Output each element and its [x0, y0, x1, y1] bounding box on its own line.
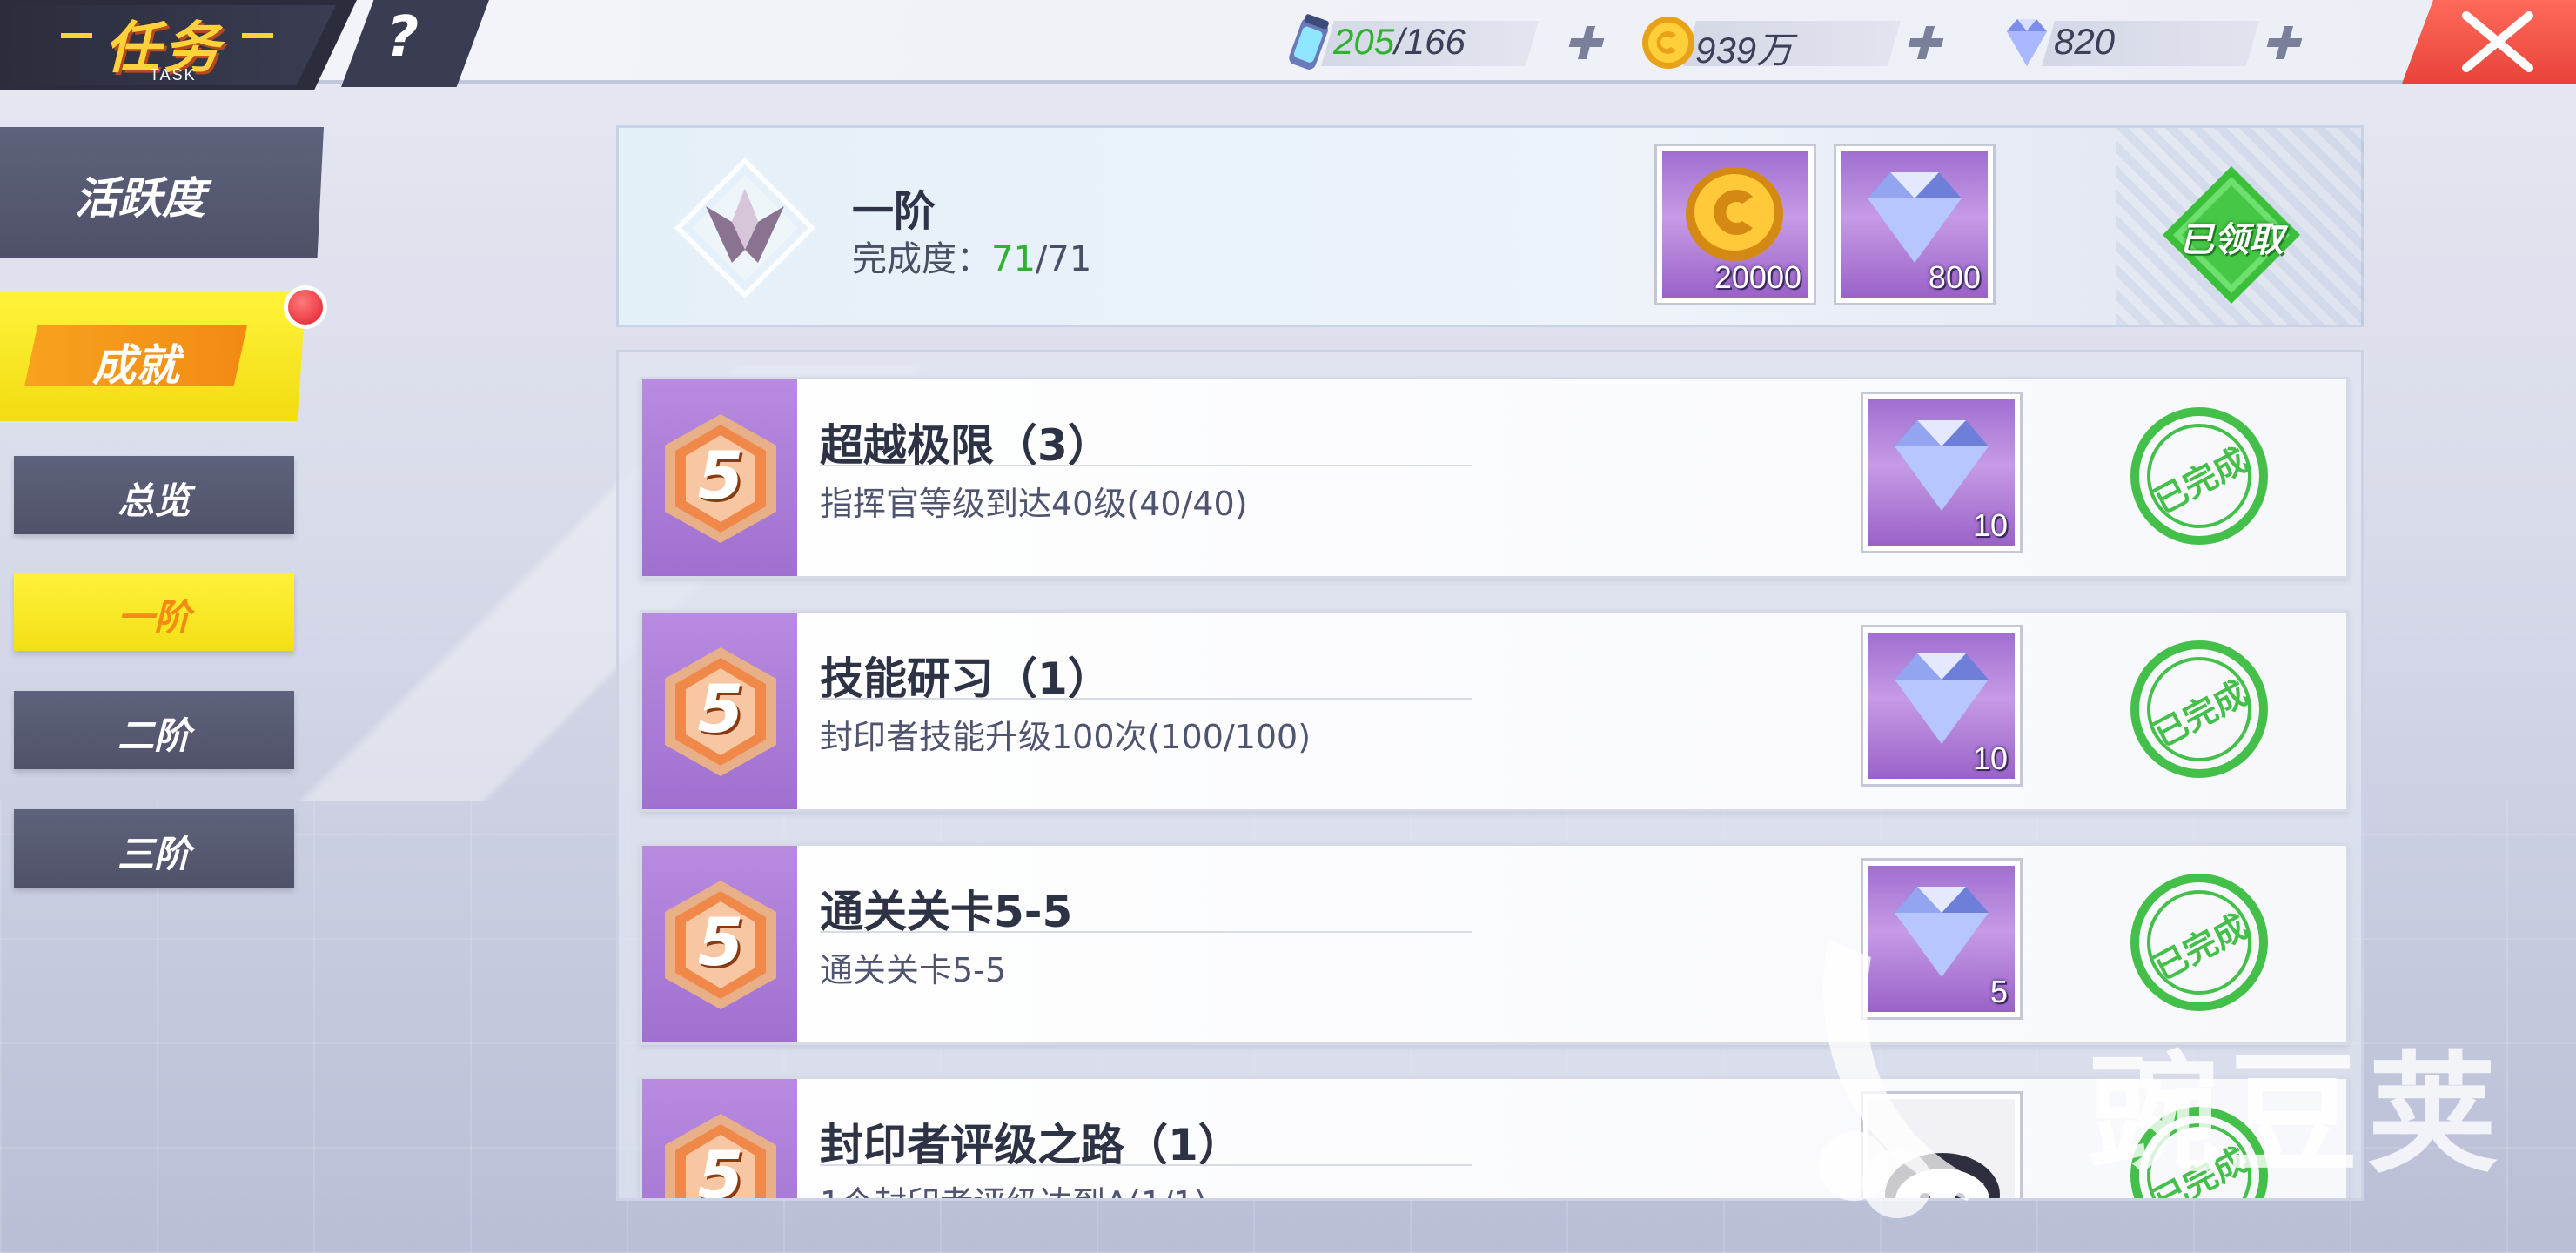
diamond-icon [2007, 19, 2047, 66]
reward-quantity: 10 [1972, 507, 2008, 543]
task-row: 5 超越极限（3） 指挥官等级到达40级(40/40) 10 已完成 [640, 377, 2349, 579]
diamond-icon [1868, 172, 1962, 263]
rank-value: 5 [697, 437, 744, 514]
notification-badge [284, 285, 327, 329]
add-stamina-button[interactable] [1566, 23, 1607, 63]
sidebar-item-highlight: 成就 [24, 325, 247, 386]
divider [820, 931, 1472, 933]
task-rank-column: 5 [642, 846, 797, 1042]
gold-coin-icon [1686, 167, 1783, 261]
subtab-tier-1[interactable]: 一阶 [14, 573, 294, 651]
top-bar: 任务 TASK ? 205/166 939万 820 [0, 0, 2576, 90]
stamina-current: 205 [1333, 21, 1395, 62]
page-subtitle: TASK [150, 66, 197, 84]
gold-value: 939万 [1695, 30, 1794, 70]
add-diamond-button[interactable] [2264, 23, 2304, 63]
diamond-icon [1895, 653, 1989, 744]
progress-max: /71 [1035, 239, 1092, 279]
task-description: 封印者技能升级100次(100/100) [820, 718, 1311, 756]
help-icon: ? [386, 5, 419, 70]
reward-quantity: 20000 [1714, 259, 1801, 295]
progress-current: 71 [991, 239, 1036, 279]
progress-label: 完成度： [852, 239, 991, 279]
task-rank-column: 5 [642, 1079, 797, 1201]
rank-value: 5 [697, 903, 744, 981]
task-reward[interactable]: 10 [1861, 625, 2023, 787]
subtab-tier-2[interactable]: 二阶 [14, 691, 294, 769]
subtab-label: 一阶 [117, 596, 191, 639]
tier-progress: 完成度：71/71 [852, 231, 1091, 281]
close-icon [2462, 11, 2533, 72]
sidebar-item-label: 活跃度 [75, 173, 205, 224]
task-description: 指挥官等级到达40级(40/40) [820, 485, 1248, 523]
gold-coin-icon [1642, 17, 1694, 69]
rank-value: 5 [697, 1136, 744, 1201]
gold-counter: 939万 [1640, 12, 1935, 73]
divider [820, 698, 1472, 700]
task-description: 通关关卡5-5 [820, 951, 1007, 989]
diamond-icon [1895, 420, 1989, 511]
sidebar-item-label: 成就 [92, 340, 179, 391]
subtab-label: 三阶 [117, 833, 191, 875]
subtab-tier-3[interactable]: 三阶 [14, 809, 294, 888]
stamina-value: 205/166 [1333, 21, 1466, 63]
title-decoration [61, 33, 92, 38]
stamina-counter: 205/166 [1278, 12, 1582, 73]
task-reward[interactable]: 10 [1861, 392, 2023, 553]
rank-value: 5 [697, 670, 744, 747]
reward-quantity: 800 [1928, 259, 1981, 295]
stamina-bottle-icon [1289, 14, 1329, 70]
close-button[interactable] [2402, 0, 2576, 84]
sidebar-item-achievement[interactable]: 成就 [0, 291, 306, 421]
divider [820, 465, 1472, 466]
task-rank-column: 5 [642, 379, 797, 576]
task-row: 5 技能研习（1） 封印者技能升级100次(100/100) 10 已完成 [640, 610, 2349, 812]
reward-quantity: 10 [1972, 740, 2008, 776]
task-rank-column: 5 [642, 613, 797, 809]
subtab-label: 总览 [117, 479, 191, 522]
sidebar-item-activity[interactable]: 活跃度 [0, 127, 324, 258]
subtab-overview[interactable]: 总览 [14, 456, 294, 534]
subtab-label: 二阶 [117, 714, 191, 757]
claimed-label: 已领取 [2179, 220, 2284, 260]
divider [820, 1164, 1472, 1166]
add-gold-button[interactable] [1906, 23, 1946, 63]
title-decoration [242, 33, 273, 38]
help-button[interactable]: ? [341, 0, 489, 87]
tier-reward-diamond[interactable]: 800 [1834, 144, 1996, 305]
tier-summary-panel: 一阶 完成度：71/71 20000 800 已领取 [616, 125, 2364, 327]
watermark-logo-icon [1819, 940, 1984, 1218]
diamond-counter: 820 [1998, 12, 2294, 73]
tier-emblem-icon [674, 157, 816, 299]
task-description: 1个封印者评级达到A(1/1) [820, 1176, 1207, 1198]
watermark: 豌豆荚 [2089, 1040, 2507, 1191]
tier-name: 一阶 [852, 187, 936, 236]
tier-reward-gold[interactable]: 20000 [1654, 144, 1816, 305]
stamina-max: /166 [1394, 21, 1466, 62]
diamond-value: 820 [2054, 21, 2116, 62]
